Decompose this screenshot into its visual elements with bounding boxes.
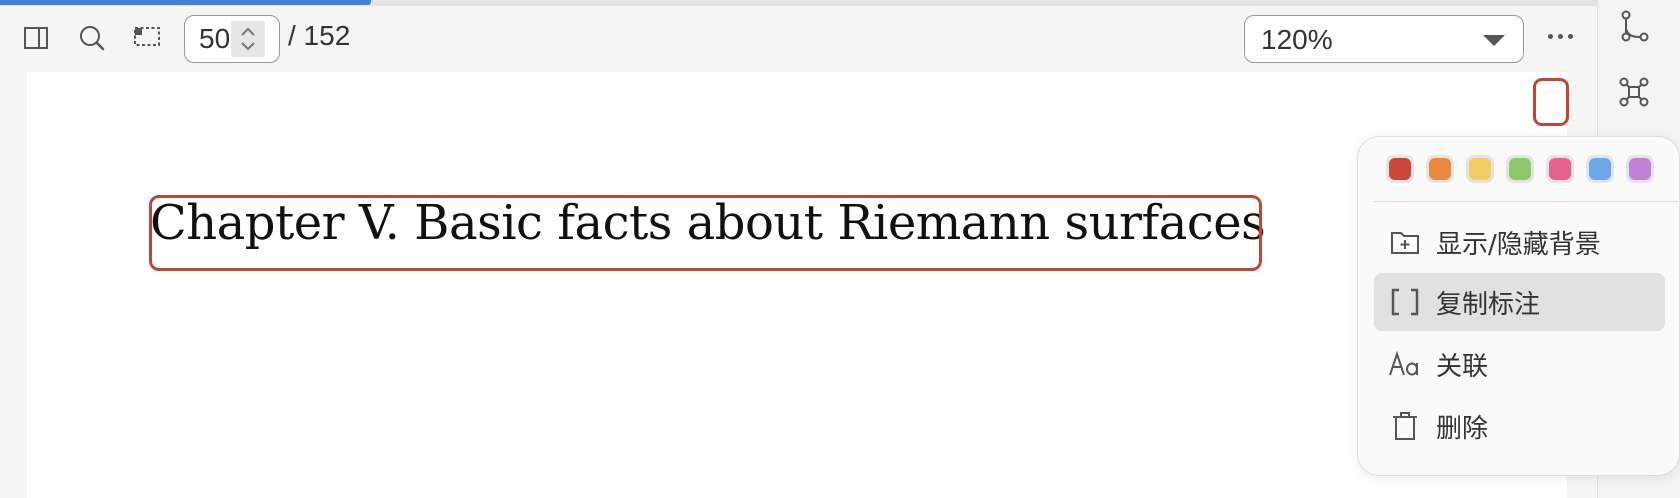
text-aa-icon [1388,347,1422,381]
chevron-down-icon[interactable] [240,41,256,51]
swatch-fill [1469,158,1491,180]
color-swatch-blue[interactable] [1586,155,1614,183]
search-icon [80,26,105,51]
more-options-button[interactable] [1540,18,1580,54]
area-select-button[interactable] [129,19,165,55]
menu-item-label: 复制标注 [1436,289,1541,320]
zoom-value: 120% [1261,24,1333,55]
branch-icon [1621,10,1649,42]
area-select-icon [134,27,160,46]
page-number-input[interactable] [199,24,231,54]
trash-icon [1388,409,1422,443]
outline-tree-button[interactable] [1616,8,1652,44]
color-swatch-red[interactable] [1386,155,1414,183]
loading-progress-bar [0,0,371,5]
swatch-fill [1629,158,1651,180]
sidebar-panel-icon [24,27,48,49]
search-button[interactable] [74,20,110,56]
color-swatch-green[interactable] [1506,155,1534,183]
page-total-label: / 152 [288,20,351,51]
menu-item-label: 删除 [1436,413,1489,444]
brackets-icon [1388,285,1422,319]
page-number-field[interactable] [184,15,280,63]
menu-item-link[interactable]: 关联 [1374,335,1665,393]
menu-item-label: 关联 [1436,351,1489,382]
color-swatch-pink[interactable] [1546,155,1574,183]
menu-divider [1374,201,1680,202]
pdf-reader-window: / 152 120% [0,0,1680,498]
color-swatch-yellow[interactable] [1466,155,1494,183]
document-page [27,72,1567,498]
swatch-fill [1429,158,1451,180]
ellipsis-icon [1547,33,1553,39]
annotation-highlight-box[interactable] [149,195,1262,271]
color-swatch-row [1386,155,1654,183]
loading-track [0,0,1597,6]
chevron-up-icon[interactable] [240,27,256,37]
annotation-marker[interactable] [1533,78,1569,126]
menu-item-label: 显示/隐藏背景 [1436,229,1601,260]
menu-item-copy-annotation[interactable]: 复制标注 [1374,273,1665,331]
caret-down-icon [1483,35,1505,46]
menu-item-toggle-background[interactable]: 显示/隐藏背景 [1374,213,1665,271]
swatch-fill [1549,158,1571,180]
network-graph-icon [1619,77,1649,107]
annotation-context-menu: 显示/隐藏背景 复制标注 关联 删除 [1357,136,1680,476]
color-swatch-purple[interactable] [1626,155,1654,183]
swatch-fill [1509,158,1531,180]
swatch-fill [1389,158,1411,180]
sidebar-toggle-button[interactable] [18,20,54,56]
zoom-select[interactable]: 120% [1244,15,1524,63]
swatch-fill [1589,158,1611,180]
menu-item-delete[interactable]: 删除 [1374,397,1665,455]
folder-plus-icon [1388,225,1422,259]
graph-view-button[interactable] [1616,74,1652,110]
color-swatch-orange[interactable] [1426,155,1454,183]
page-stepper[interactable] [231,21,265,57]
